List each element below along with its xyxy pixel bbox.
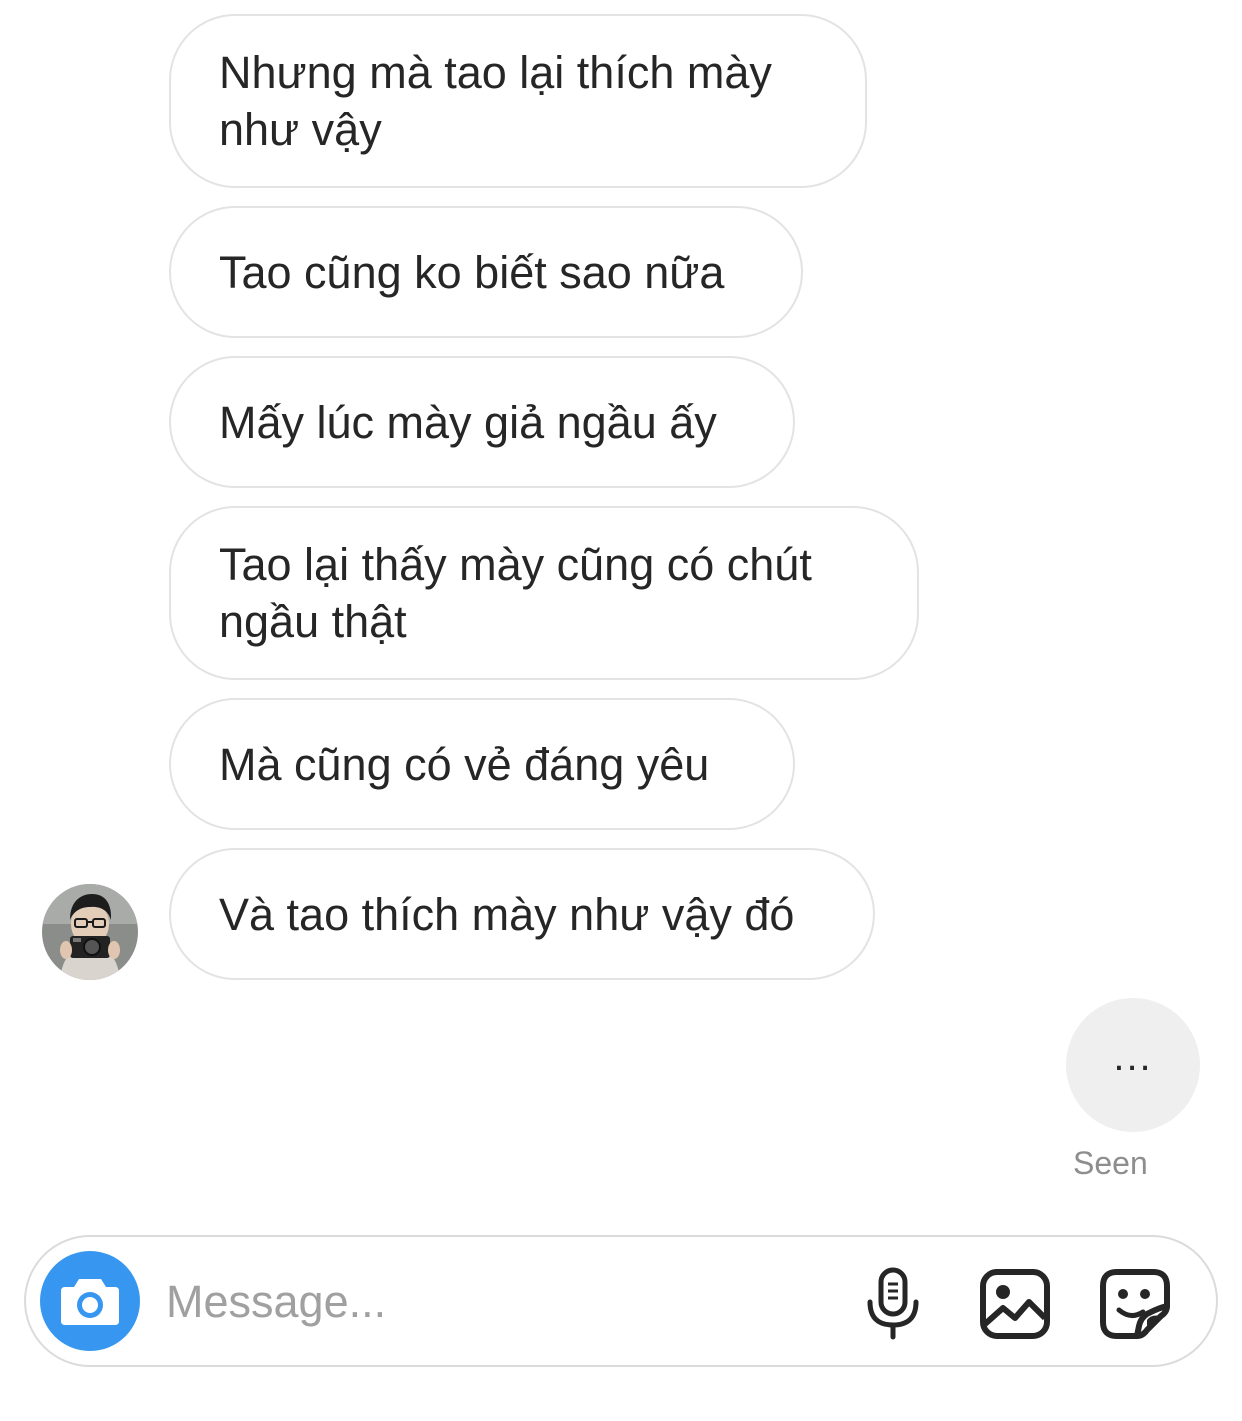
gallery-icon [980, 1269, 1050, 1339]
message-bubble[interactable]: Nhưng mà tao lại thích mày như vậy [169, 14, 867, 188]
message-text: Và tao thích mày như vậy đó [219, 888, 795, 940]
avatar-photo [42, 884, 138, 980]
seen-label: Seen [1073, 1145, 1148, 1181]
camera-button[interactable] [40, 1251, 140, 1351]
camera-icon [61, 1279, 119, 1325]
microphone-button[interactable] [856, 1267, 930, 1341]
message-bubble[interactable]: Tao lại thấy mày cũng có chút ngầu thật [169, 506, 919, 680]
message-composer [24, 1235, 1218, 1367]
gallery-button[interactable] [978, 1267, 1052, 1341]
microphone-icon [867, 1267, 919, 1340]
sticker-icon [1100, 1269, 1170, 1339]
message-bubble[interactable]: Mấy lúc mày giả ngầu ấy [169, 356, 795, 488]
message-input[interactable] [166, 1267, 806, 1337]
avatar[interactable] [42, 884, 138, 980]
message-text: Mà cũng có vẻ đáng yêu [219, 738, 710, 790]
message-text: Tao cũng ko biết sao nữa [219, 246, 725, 298]
message-bubble[interactable]: Và tao thích mày như vậy đó [169, 848, 875, 980]
message-text: Nhưng mà tao lại thích mày như vậy [219, 47, 772, 155]
message-text: Mấy lúc mày giả ngầu ấy [219, 396, 717, 448]
message-bubble[interactable]: Tao cũng ko biết sao nữa [169, 206, 803, 338]
typing-dots: ... [1113, 1035, 1153, 1079]
message-bubble[interactable]: Mà cũng có vẻ đáng yêu [169, 698, 795, 830]
sticker-button[interactable] [1098, 1267, 1172, 1341]
message-text: Tao lại thấy mày cũng có chút ngầu thật [219, 539, 812, 647]
typing-indicator: ... [1066, 998, 1200, 1132]
